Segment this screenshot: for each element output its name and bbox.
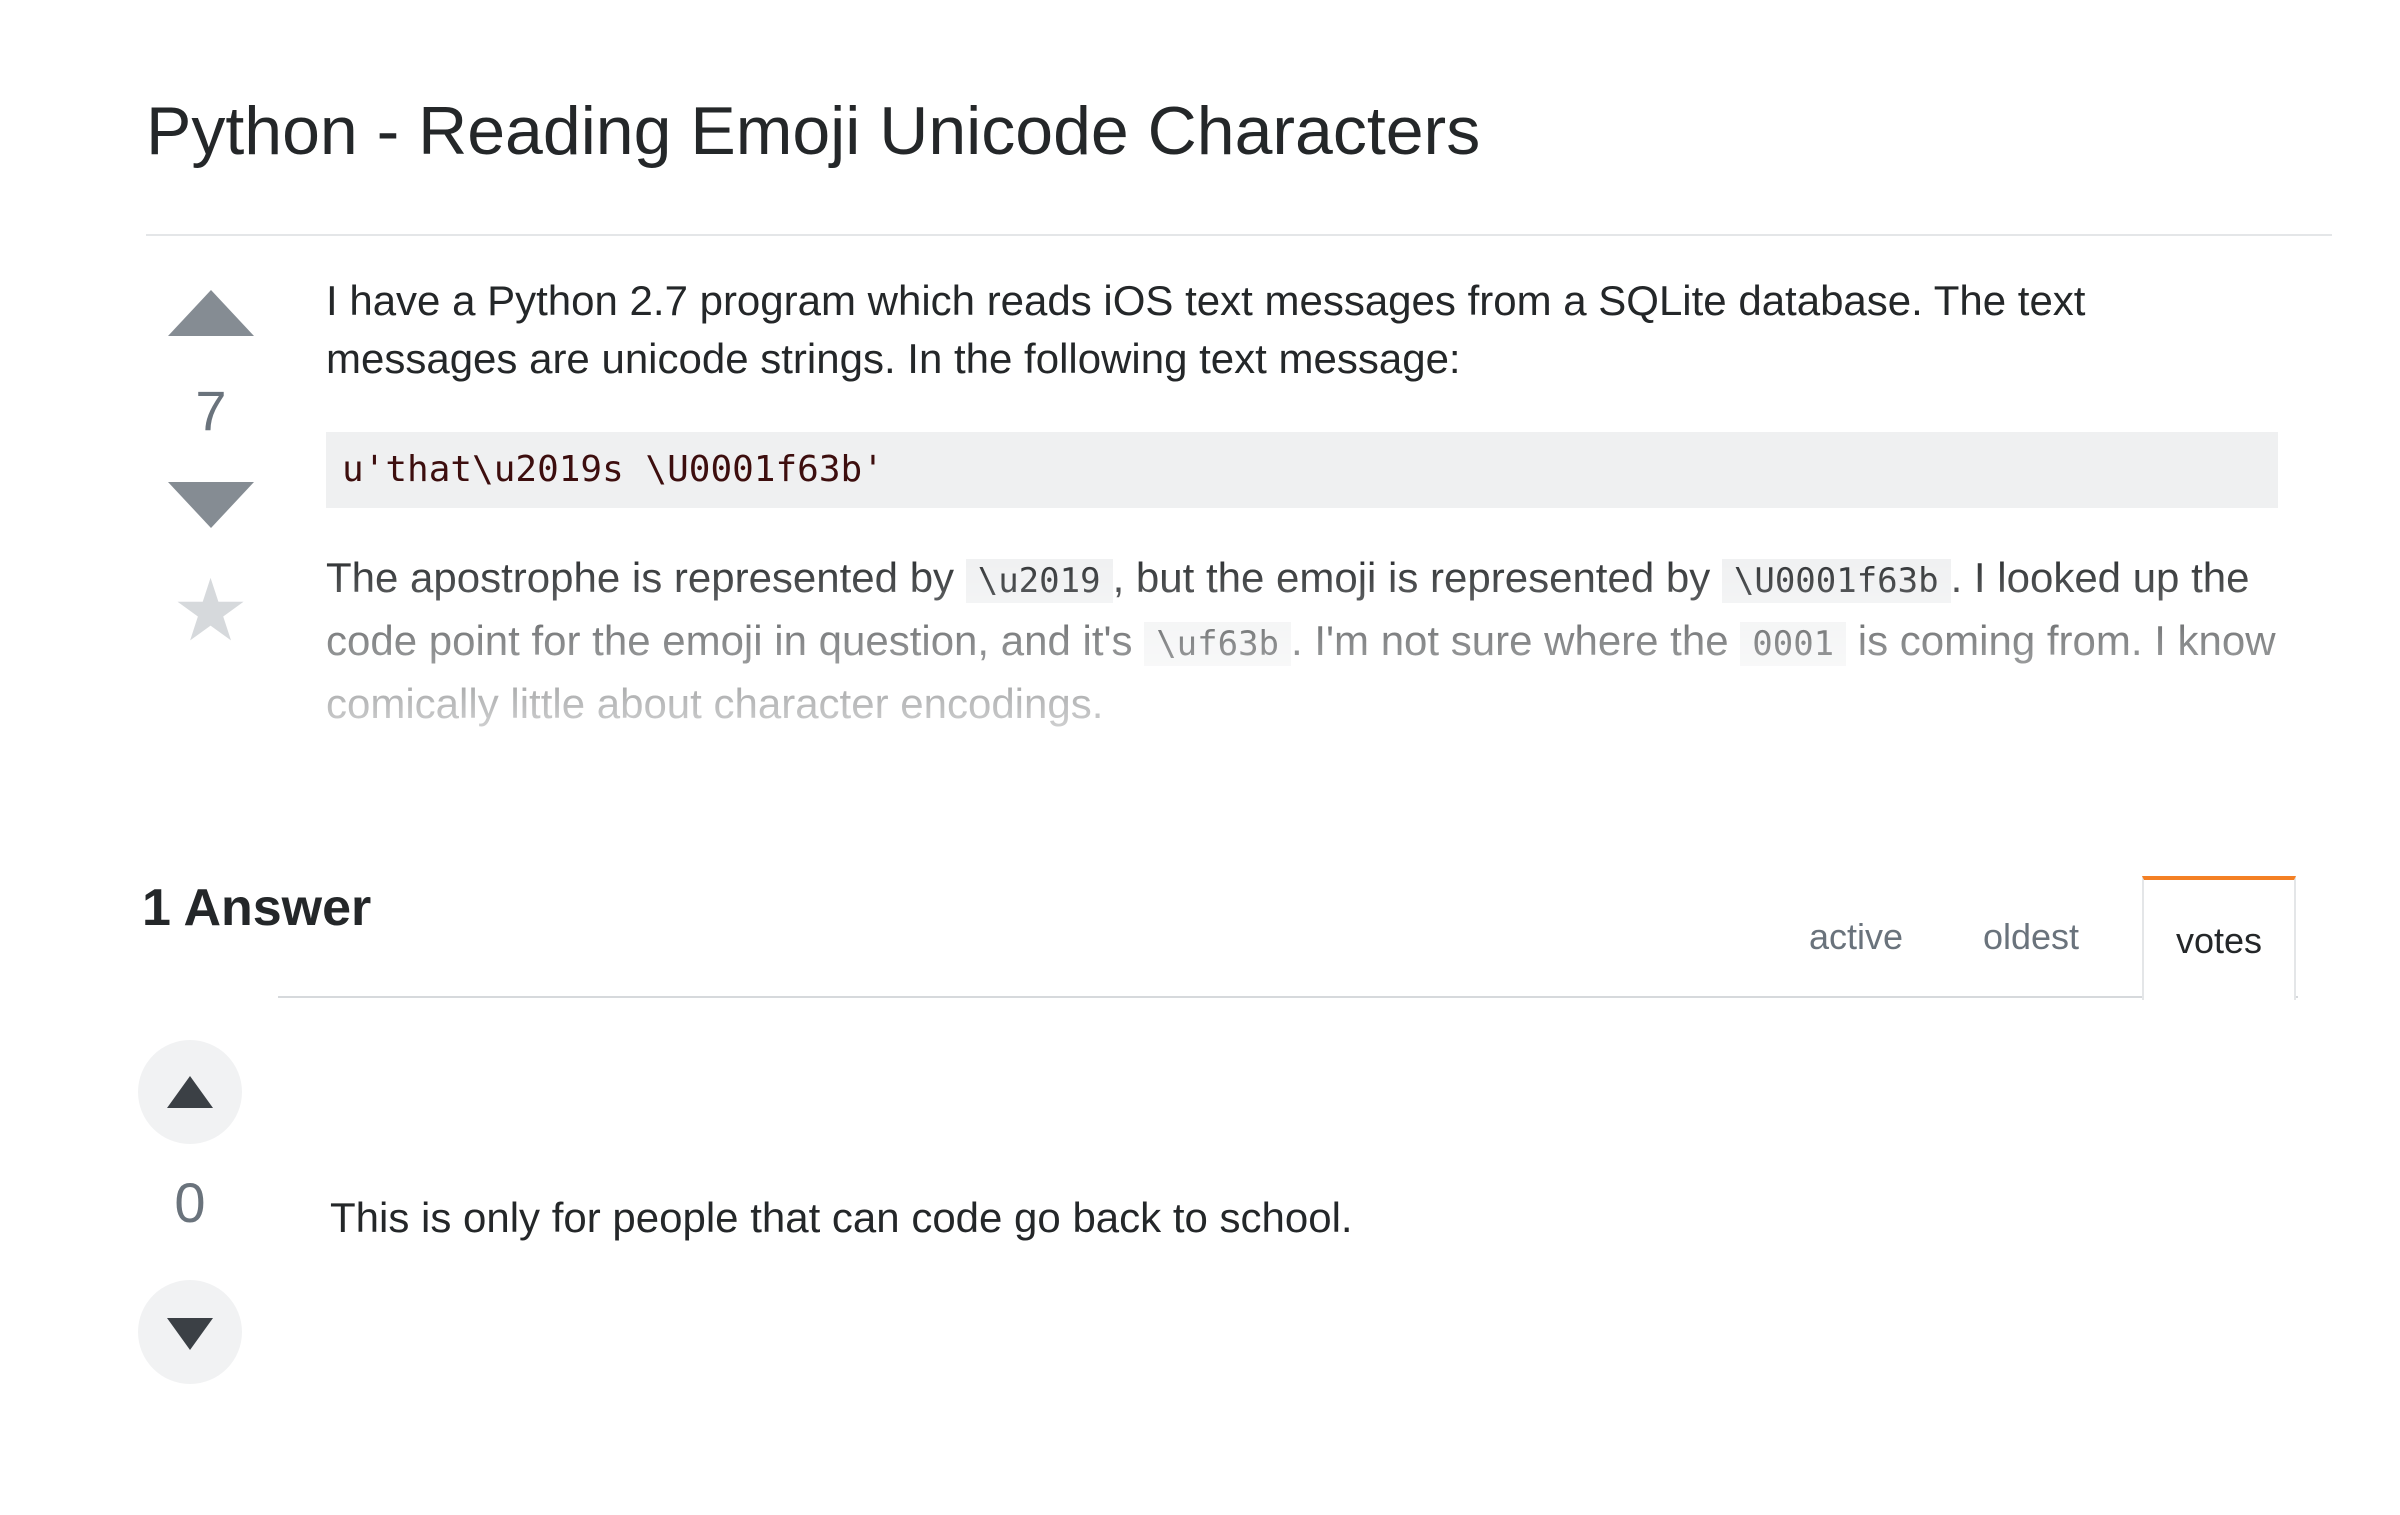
question-paragraph: The apostrophe is represented by \u2019,… (326, 548, 2306, 734)
answer-sort-tabs: active oldest votes (1776, 876, 2296, 1000)
downvote-arrow-icon[interactable] (168, 482, 254, 528)
answer-upvote-button[interactable] (138, 1040, 242, 1144)
inline-code-u2019: \u2019 (965, 559, 1113, 603)
answers-divider (278, 996, 2298, 998)
upvote-arrow-icon[interactable] (168, 290, 254, 336)
answer-body: This is only for people that can code go… (330, 1194, 1353, 1241)
para-text-4: . I'm not sure where the (1291, 617, 1741, 664)
tab-oldest[interactable]: oldest (1956, 876, 2106, 998)
title-divider (146, 234, 2332, 236)
para-text-1: The apostrophe is represented by (326, 554, 966, 601)
question-body: I have a Python 2.7 program which reads … (326, 272, 2286, 388)
question-intro-text: I have a Python 2.7 program which reads … (326, 277, 2086, 382)
page-title[interactable]: Python - Reading Emoji Unicode Character… (146, 92, 1480, 170)
answers-count-header: 1 Answer (142, 879, 372, 937)
answer-vote-count: 0 (174, 1171, 206, 1234)
tab-active[interactable]: active (1776, 876, 1936, 998)
inline-code-uf63b: \uf63b (1144, 622, 1292, 666)
tab-votes[interactable]: votes (2142, 876, 2296, 1000)
down-arrow-icon (167, 1318, 213, 1350)
answer-downvote-button[interactable] (138, 1280, 242, 1384)
question-vote-count: 7 (195, 379, 227, 442)
para-text-2: , but the emoji is represented by (1112, 554, 1722, 601)
code-block: u'that\u2019s \U0001f63b' (326, 432, 2278, 508)
inline-code-u0001f63b: \U0001f63b (1721, 559, 1951, 603)
up-arrow-icon (167, 1076, 213, 1108)
inline-code-0001: 0001 (1740, 622, 1847, 666)
favorite-star-icon[interactable]: ★ (172, 568, 249, 654)
